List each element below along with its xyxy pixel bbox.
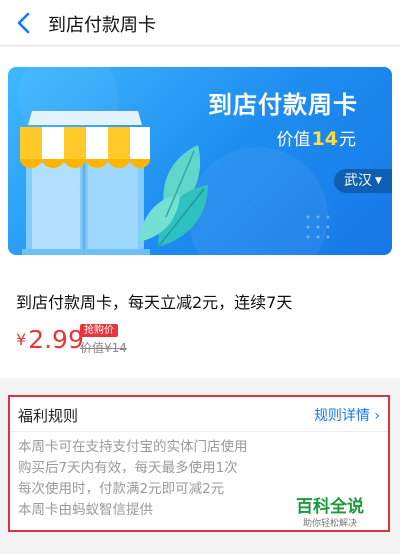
- price-value: 2.99: [28, 325, 84, 354]
- rule-item: 本周卡可在支持支付宝的实体门店使用: [18, 439, 248, 455]
- chevron-right-icon: ›: [374, 408, 380, 424]
- rules-heading: 福利规则: [18, 407, 79, 425]
- back-arrow-icon[interactable]: [14, 10, 36, 36]
- watermark: 百科全说 助你轻松解决: [290, 492, 370, 529]
- price-symbol: ¥: [16, 330, 27, 349]
- rules-detail-link[interactable]: 规则详情 ›: [314, 405, 380, 425]
- watermark-main: 百科全说: [296, 497, 364, 517]
- nav-bar: 到店付款周卡: [0, 0, 400, 46]
- page-title: 到店付款周卡: [48, 15, 156, 36]
- city-label: 武汉: [344, 173, 372, 189]
- promo-badge: 抢购价: [80, 324, 118, 337]
- original-price: 价值¥14: [80, 341, 127, 355]
- current-price: ¥2.99: [16, 325, 84, 354]
- rule-item: 购买后7天内有效，每天最多使用1次: [18, 460, 238, 476]
- caret-down-icon: ▼: [375, 176, 382, 186]
- divider: [10, 431, 388, 432]
- banner-value-number: 14: [311, 128, 338, 150]
- rule-item: 每次使用时，付款满2元即可减2元: [18, 481, 225, 497]
- product-title: 到店付款周卡，每天立减2元，连续7天: [16, 293, 293, 312]
- watermark-sub: 助你轻松解决: [302, 519, 357, 529]
- product-section: 到店付款周卡 价值14元 武汉 ▼ 到店付款周卡，每天立减2元，连续7天 ¥2.9…: [0, 47, 400, 378]
- rule-item: 本周卡由蚂蚁智信提供: [18, 502, 153, 518]
- rules-detail-label: 规则详情: [313, 408, 370, 424]
- banner-value-suffix: 元: [339, 130, 356, 150]
- banner-value-prefix: 价值: [276, 130, 311, 150]
- banner-title: 到店付款周卡: [208, 91, 358, 119]
- price-row: ¥2.99 抢购价 价值¥14: [16, 321, 216, 357]
- banner-value: 价值14元: [277, 125, 356, 150]
- rules-list: 本周卡可在支持支付宝的实体门店使用 购买后7天内有效，每天最多使用1次 每次使用…: [18, 437, 248, 521]
- card-banner: 到店付款周卡 价值14元 武汉 ▼: [8, 67, 392, 255]
- city-selector[interactable]: 武汉 ▼: [334, 169, 392, 193]
